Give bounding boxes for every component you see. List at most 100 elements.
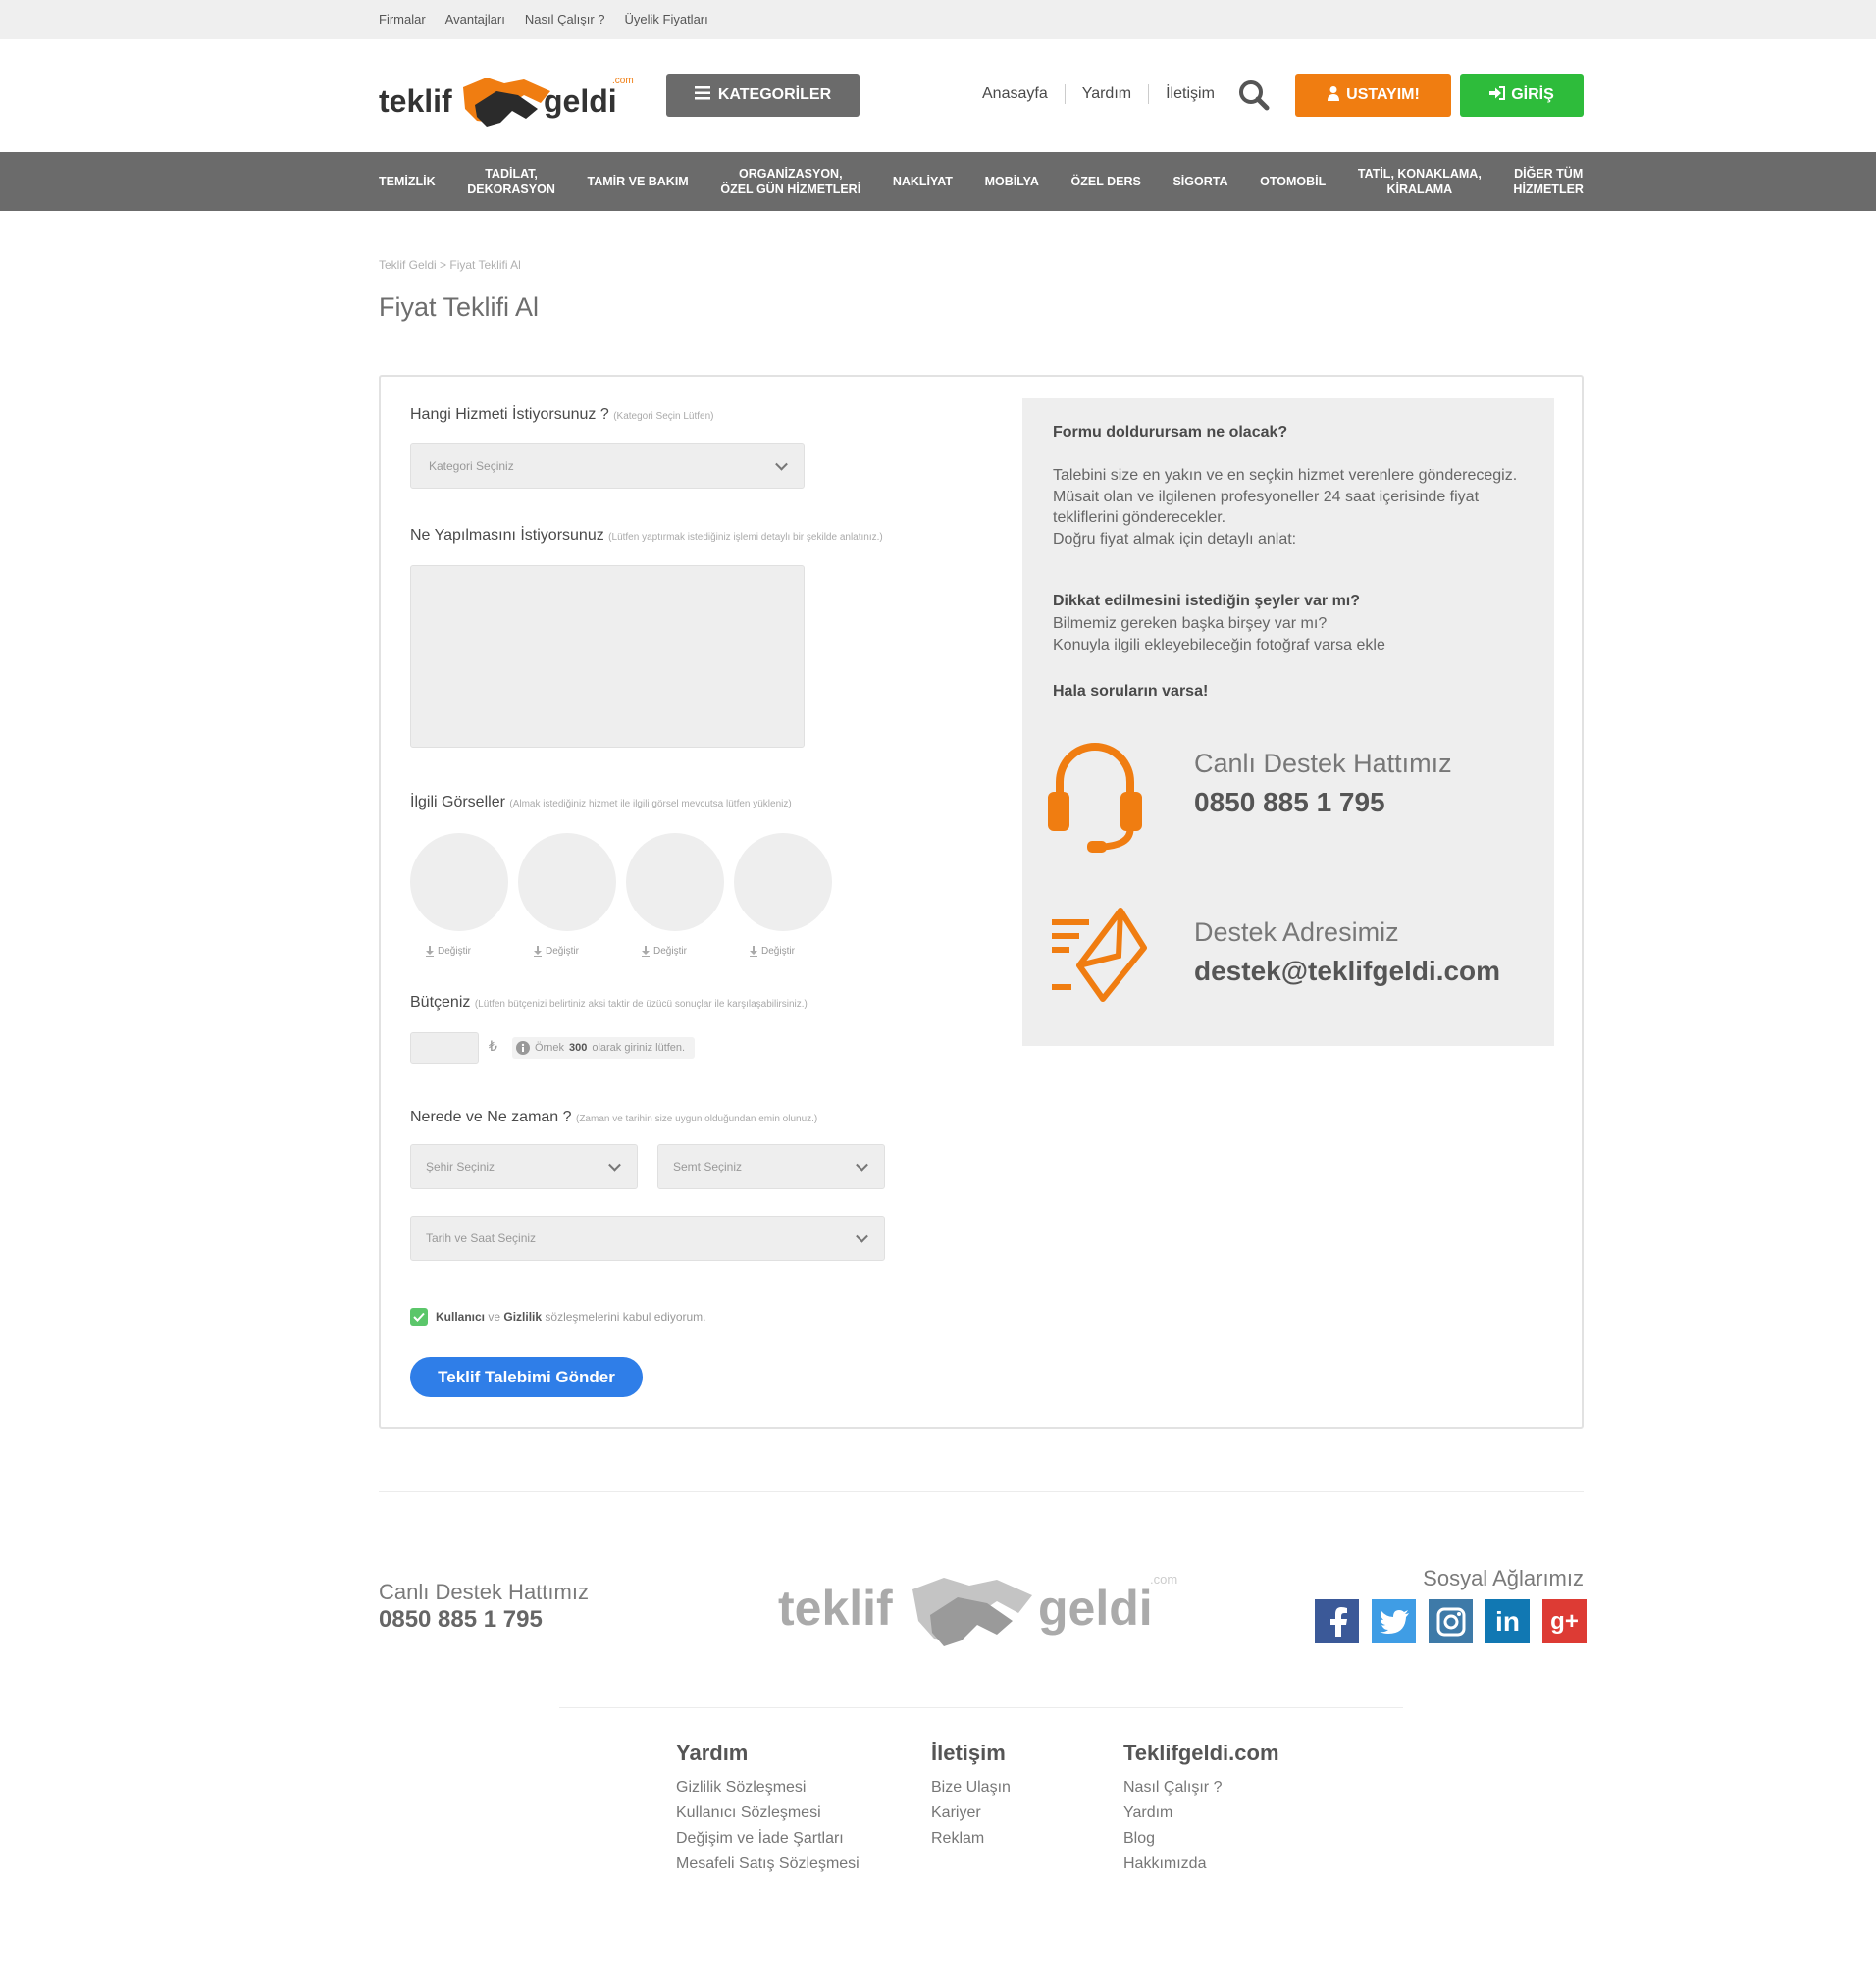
description-textarea[interactable]	[410, 565, 805, 748]
description-hint: (Lütfen yaptırmak istediğiniz işlemi det…	[608, 532, 883, 543]
category-tadilat[interactable]: TADİLAT, DEKORASYON	[467, 166, 555, 197]
privacy-agreement-link[interactable]: Gizlilik	[503, 1310, 542, 1324]
instagram-icon[interactable]	[1429, 1599, 1473, 1643]
footer-logo[interactable]: teklif geldi .com	[775, 1560, 1187, 1658]
nav-iletisim[interactable]: İletişim	[1149, 85, 1231, 103]
category-tatil[interactable]: TATİL, KONAKLAMA, KİRALAMA	[1358, 166, 1482, 197]
change-image-link[interactable]: Değiştir	[534, 946, 579, 957]
categories-button[interactable]: KATEGORİLER	[666, 74, 860, 117]
info-question-1: Formu doldurursam ne olacak?	[1053, 424, 1288, 441]
footer-link[interactable]: Yardım	[1123, 1800, 1279, 1826]
main-nav: Anasayfa Yardım İletişim	[965, 84, 1231, 104]
footer-link[interactable]: Bize Ulaşın	[931, 1775, 1011, 1800]
category-select[interactable]: Kategori Seçiniz	[410, 443, 805, 489]
category-bar: TEMİZLİK TADİLAT, DEKORASYON TAMİR VE BA…	[0, 152, 1876, 211]
nav-yardim[interactable]: Yardım	[1066, 85, 1148, 103]
footer-link[interactable]: Hakkımızda	[1123, 1851, 1279, 1877]
twitter-icon[interactable]	[1372, 1599, 1416, 1643]
change-image-link[interactable]: Değiştir	[750, 946, 795, 957]
headset-icon	[1048, 743, 1142, 853]
info-question-2: Dikkat edilmesini istediğin şeyler var m…	[1053, 593, 1361, 609]
terms-checkbox[interactable]	[410, 1308, 428, 1326]
category-diger[interactable]: DİĞER TÜM HİZMETLER	[1513, 166, 1584, 197]
usta-button[interactable]: USTAYIM!	[1295, 74, 1451, 117]
footer-logo-text-left: teklif	[778, 1581, 893, 1636]
footer-link[interactable]: Değişim ve İade Şartları	[676, 1826, 860, 1851]
quote-form-card: Hangi Hizmeti İstiyorsunuz ? (Kategori S…	[379, 375, 1584, 1429]
user-agreement-link[interactable]: Kullanıcı	[436, 1310, 485, 1324]
google-plus-icon[interactable]: g+	[1542, 1599, 1587, 1643]
category-mobilya[interactable]: MOBİLYA	[985, 174, 1039, 189]
top-link-firmalar[interactable]: Firmalar	[379, 12, 426, 26]
login-button-label: GİRİŞ	[1511, 86, 1554, 103]
chevron-down-icon	[775, 457, 788, 471]
breadcrumb[interactable]: Teklif Geldi > Fiyat Teklifi Al	[379, 258, 521, 272]
top-link-uyelik-fiyatlari[interactable]: Üyelik Fiyatları	[625, 12, 708, 26]
search-icon[interactable]	[1238, 79, 1270, 111]
footer-column-title: Teklifgeldi.com	[1123, 1741, 1279, 1765]
category-sigorta[interactable]: SİGORTA	[1172, 174, 1227, 189]
category-nakliyat[interactable]: NAKLİYAT	[893, 174, 953, 189]
footer-link[interactable]: Blog	[1123, 1826, 1279, 1851]
image-upload-slot[interactable]	[410, 833, 508, 931]
download-icon	[750, 946, 757, 957]
login-button[interactable]: GİRİŞ	[1460, 74, 1584, 117]
footer-link[interactable]: Nasıl Çalışır ?	[1123, 1775, 1279, 1800]
top-links: Firmalar Avantajları Nasıl Çalışır ? Üye…	[379, 12, 708, 26]
handshake-icon	[912, 1578, 1032, 1646]
social-links: in g+	[1315, 1599, 1587, 1643]
image-upload-slot[interactable]	[518, 833, 616, 931]
submit-request-button[interactable]: Teklif Talebimi Gönder	[410, 1357, 643, 1397]
footer-link[interactable]: Reklam	[931, 1826, 1011, 1851]
support-phone-number[interactable]: 0850 885 1 795	[1194, 787, 1385, 818]
top-link-avantajlari[interactable]: Avantajları	[445, 12, 505, 26]
facebook-icon[interactable]	[1315, 1599, 1359, 1643]
budget-example-note: Örnek 300 olarak giriniz lütfen.	[512, 1037, 696, 1059]
footer-link[interactable]: Gizlilik Sözleşmesi	[676, 1775, 860, 1800]
category-organizasyon[interactable]: ORGANİZASYON, ÖZEL GÜN HİZMETLERİ	[720, 166, 860, 197]
budget-example-post: olarak giriniz lütfen.	[592, 1042, 686, 1054]
images-hint: (Almak istediğiniz hizmet ile ilgili gör…	[509, 799, 792, 809]
city-select[interactable]: Şehir Seçiniz	[410, 1144, 638, 1189]
description-label: Ne Yapılmasını İstiyorsunuz (Lütfen yapt…	[410, 527, 883, 545]
footer-link[interactable]: Kullanıcı Sözleşmesi	[676, 1800, 860, 1826]
download-icon	[642, 946, 650, 957]
date-time-select[interactable]: Tarih ve Saat Seçiniz	[410, 1216, 885, 1261]
images-label: İlgili Görseller (Almak istediğiniz hizm…	[410, 794, 792, 811]
budget-hint: (Lütfen bütçenizi belirtiniz aksi taktir…	[474, 999, 808, 1010]
budget-input[interactable]	[410, 1032, 479, 1064]
category-otomobil[interactable]: OTOMOBİL	[1260, 174, 1326, 189]
info-icon	[516, 1041, 530, 1055]
footer-phone-number[interactable]: 0850 885 1 795	[379, 1606, 543, 1634]
category-tamir[interactable]: TAMİR VE BAKIM	[587, 174, 688, 189]
support-phone-title: Canlı Destek Hattımız	[1194, 749, 1452, 778]
footer-column-contact: İletişim Bize Ulaşın Kariyer Reklam	[931, 1741, 1011, 1851]
district-select[interactable]: Semt Seçiniz	[657, 1144, 885, 1189]
top-link-nasil-calisir[interactable]: Nasıl Çalışır ?	[525, 12, 605, 26]
images-label-text: İlgili Görseller	[410, 794, 505, 810]
footer-link[interactable]: Mesafeli Satış Sözleşmesi	[676, 1851, 860, 1877]
site-logo[interactable]: teklif geldi .com	[379, 66, 644, 130]
support-email-address[interactable]: destek@teklifgeldi.com	[1194, 956, 1500, 987]
category-ozel-ders[interactable]: ÖZEL DERS	[1071, 174, 1141, 189]
terms-rest: sözleşmelerini kabul ediyorum.	[545, 1310, 706, 1324]
image-upload-slot[interactable]	[734, 833, 832, 931]
image-upload-slot[interactable]	[626, 833, 724, 931]
description-label-text: Ne Yapılmasını İstiyorsunuz	[410, 527, 604, 544]
change-label: Değiştir	[653, 946, 687, 957]
budget-example-number: 300	[568, 1042, 588, 1054]
change-image-link[interactable]: Değiştir	[642, 946, 687, 957]
info-paragraph-1: Talebini size en yakın ve en seçkin hizm…	[1053, 467, 1518, 547]
change-image-link[interactable]: Değiştir	[426, 946, 471, 957]
footer-link[interactable]: Kariyer	[931, 1800, 1011, 1826]
nav-anasayfa[interactable]: Anasayfa	[965, 85, 1065, 103]
logo-text-left: teklif	[379, 83, 452, 119]
footer-divider	[379, 1491, 1584, 1492]
footer-logo-com: .com	[1150, 1572, 1177, 1587]
category-temizlik[interactable]: TEMİZLİK	[379, 174, 436, 189]
page-title: Fiyat Teklifi Al	[379, 292, 540, 322]
city-select-value: Şehir Seçiniz	[426, 1160, 495, 1173]
budget-example-pre: Örnek	[535, 1042, 564, 1054]
linkedin-icon[interactable]: in	[1485, 1599, 1530, 1643]
check-icon	[413, 1312, 425, 1322]
